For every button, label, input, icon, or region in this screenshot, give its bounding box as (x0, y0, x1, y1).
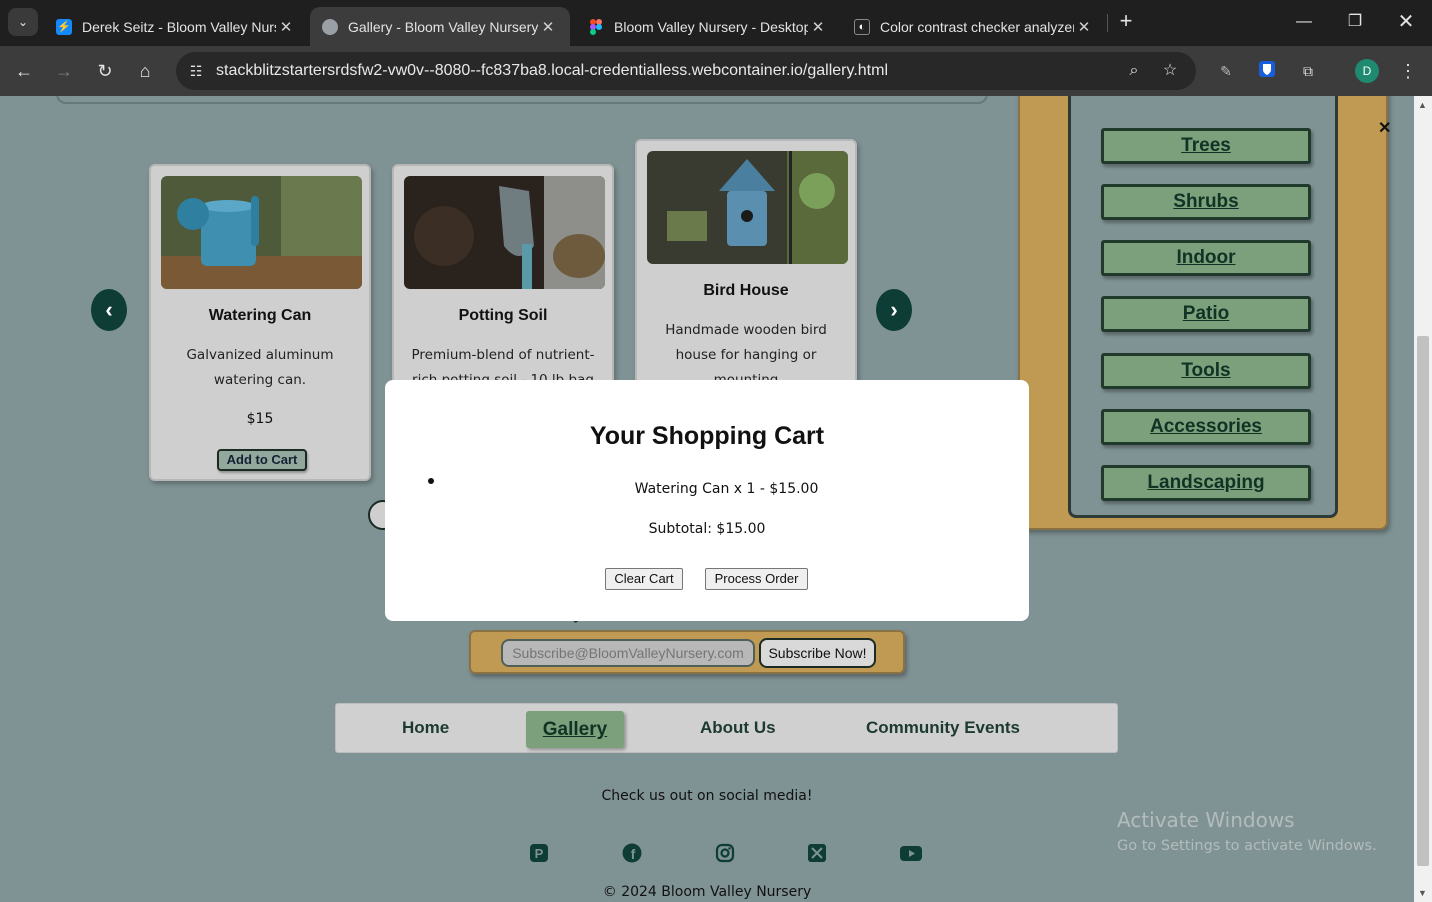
forward-icon[interactable]: → (50, 57, 78, 85)
bitwarden-icon[interactable] (1256, 60, 1278, 82)
globe-icon (322, 18, 338, 35)
new-tab-button[interactable]: + (1114, 10, 1138, 34)
page-scrollbar[interactable]: ▲ ▼ (1414, 96, 1432, 902)
tab-gallery[interactable]: Gallery - Bloom Valley Nursery ✕ (310, 7, 570, 46)
cart-item: Watering Can x 1 - $15.00 (634, 481, 819, 497)
home-icon[interactable]: ⌂ (131, 57, 159, 85)
tab-derek-seitz[interactable]: ⚡ Derek Seitz - Bloom Valley Nurs ✕ (44, 7, 308, 46)
tab-contrast-checker[interactable]: ◐ Color contrast checker analyzer ✕ (842, 7, 1106, 46)
window-close-icon[interactable]: ✕ (1391, 8, 1421, 36)
tab-strip: ⌄ ⚡ Derek Seitz - Bloom Valley Nurs ✕ Ga… (0, 0, 1432, 46)
tab-search-button[interactable]: ⌄ (8, 8, 38, 36)
url-text[interactable]: stackblitzstartersrdsfw2-vw0v--8080--fc8… (216, 62, 888, 80)
page-content: ‹ › Watering Can Galvanized aluminum wat… (0, 96, 1414, 902)
tab-close-icon[interactable]: ✕ (1074, 18, 1094, 36)
scroll-up-icon[interactable]: ▲ (1418, 100, 1427, 110)
tab-figma[interactable]: Bloom Valley Nursery - Desktop ✕ (576, 7, 840, 46)
process-order-button[interactable]: Process Order (705, 568, 808, 590)
reload-icon[interactable]: ↻ (91, 57, 119, 85)
extension-feather-icon[interactable]: ✎ (1215, 60, 1237, 82)
bookmark-star-icon[interactable]: ☆ (1159, 60, 1181, 82)
extensions-puzzle-icon[interactable]: ⧉ (1297, 60, 1319, 82)
contrast-checker-icon: ◐ (854, 18, 870, 35)
cart-subtotal: Subtotal: $15.00 (648, 521, 766, 537)
zoom-icon[interactable]: ⌕ (1123, 60, 1145, 82)
clear-cart-button[interactable]: Clear Cart (605, 568, 683, 590)
scroll-down-icon[interactable]: ▼ (1418, 888, 1427, 898)
tab-separator (1107, 14, 1108, 32)
figma-icon (588, 18, 604, 35)
tab-close-icon[interactable]: ✕ (276, 18, 296, 36)
address-bar[interactable]: ☷ stackblitzstartersrdsfw2-vw0v--8080--f… (176, 52, 1196, 90)
tab-close-icon[interactable]: ✕ (538, 18, 558, 36)
profile-avatar[interactable]: D (1355, 59, 1379, 83)
browser-toolbar: ← → ↻ ⌂ ☷ stackblitzstartersrdsfw2-vw0v-… (0, 46, 1432, 96)
cart-title: Your Shopping Cart (589, 422, 825, 450)
back-icon[interactable]: ← (10, 57, 38, 85)
restore-icon[interactable]: ❐ (1340, 8, 1370, 36)
site-info-icon[interactable]: ☷ (186, 61, 206, 81)
minimize-icon[interactable]: — (1289, 8, 1319, 36)
scrollbar-thumb[interactable] (1417, 336, 1429, 866)
cart-modal: Your Shopping Cart Watering Can x 1 - $1… (385, 380, 1029, 621)
tab-close-icon[interactable]: ✕ (808, 18, 828, 36)
stackblitz-icon: ⚡ (56, 18, 72, 35)
browser-menu-icon[interactable]: ⋮ (1394, 57, 1422, 85)
